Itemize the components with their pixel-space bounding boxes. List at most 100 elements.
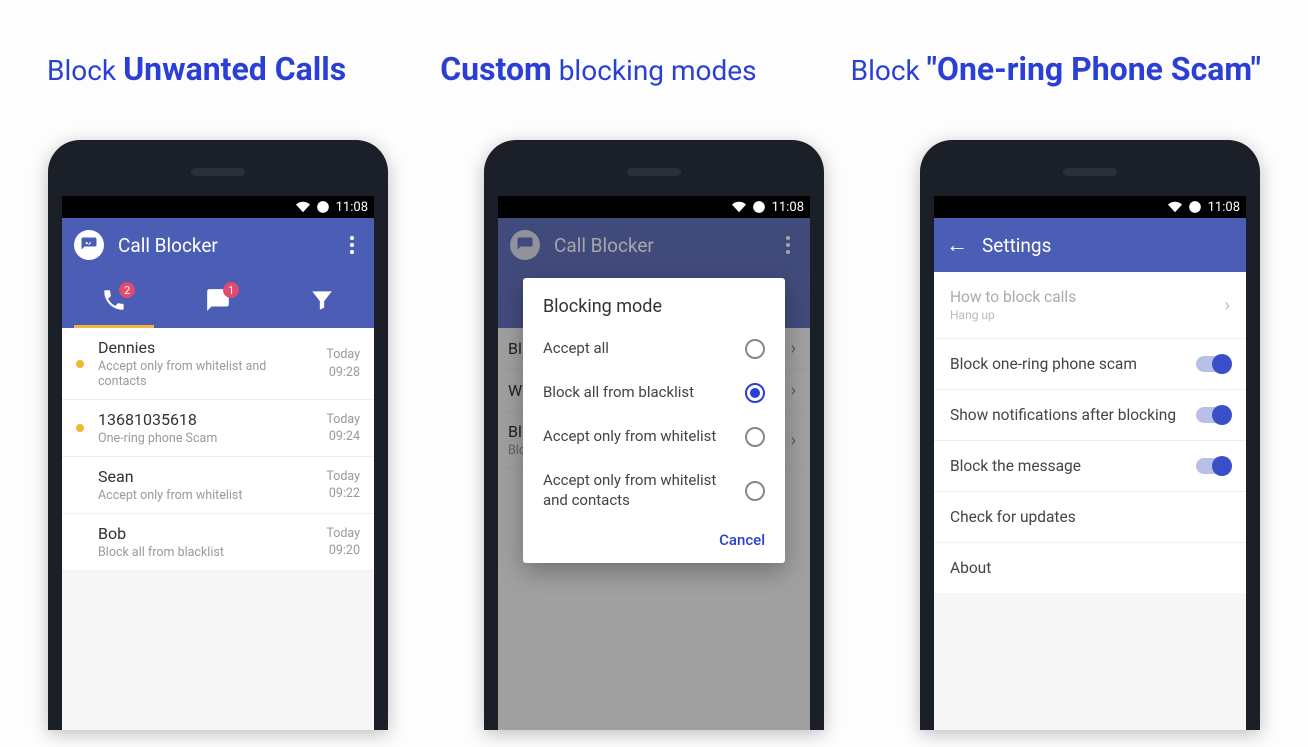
dialog-title: Blocking mode xyxy=(523,296,785,327)
status-time: 11:08 xyxy=(336,200,368,215)
unread-dot-icon xyxy=(76,424,84,432)
phone-1: 11:08 Call Blocker 2 1 xyxy=(48,140,388,730)
phone-speaker xyxy=(191,168,245,176)
unread-dot-placeholder xyxy=(76,538,84,546)
option-label: Block all from blacklist xyxy=(543,383,745,403)
settings-item-how-to-block[interactable]: How to block calls Hang up › xyxy=(934,272,1246,339)
caption-3: Block "One-ring Phone Scam" xyxy=(851,50,1261,88)
phone-speaker xyxy=(627,168,681,176)
modal-scrim[interactable]: Blocking mode Accept all Block all from … xyxy=(498,218,810,730)
list-item-main: Bob Block all from blacklist xyxy=(98,524,316,560)
tab-calls[interactable]: 2 xyxy=(62,272,166,328)
wifi-icon xyxy=(1168,200,1182,214)
status-bar: 11:08 xyxy=(934,196,1246,218)
tab-bar: 2 1 xyxy=(62,272,374,328)
sync-icon xyxy=(752,200,766,214)
list-item-main: Dennies Accept only from whitelist and c… xyxy=(98,338,316,389)
filter-icon xyxy=(309,287,335,313)
tab-filter[interactable] xyxy=(270,272,374,328)
chevron-right-icon: › xyxy=(1225,295,1230,316)
radio-icon xyxy=(745,481,765,501)
list-item-title: Bob xyxy=(98,524,316,543)
dialog-option[interactable]: Accept all xyxy=(523,327,785,371)
list-item-time: Today 09:28 xyxy=(326,346,360,381)
app-logo-icon xyxy=(74,230,104,260)
sync-icon xyxy=(1188,200,1202,214)
caption-2-bold: Custom xyxy=(440,50,552,88)
list-item-title: Sean xyxy=(98,467,316,486)
messages-badge: 1 xyxy=(223,282,239,298)
list-item-title: 13681035618 xyxy=(98,410,316,429)
dialog-actions: Cancel xyxy=(523,522,785,555)
status-time: 11:08 xyxy=(772,200,804,215)
caption-1-bold: Unwanted Calls xyxy=(123,50,346,88)
blocked-calls-list: Dennies Accept only from whitelist and c… xyxy=(62,328,374,571)
list-item-main: Sean Accept only from whitelist xyxy=(98,467,316,503)
wifi-icon xyxy=(732,200,746,214)
list-item[interactable]: 13681035618 One-ring phone Scam Today 09… xyxy=(62,400,374,457)
settings-item-title: About xyxy=(950,559,1230,577)
list-item[interactable]: Bob Block all from blacklist Today 09:20 xyxy=(62,514,374,571)
phone-1-screen: 11:08 Call Blocker 2 1 xyxy=(62,196,374,730)
status-bar: 11:08 xyxy=(498,196,810,218)
list-item-sub: Accept only from whitelist xyxy=(98,488,316,503)
list-item[interactable]: Sean Accept only from whitelist Today 09… xyxy=(62,457,374,514)
unread-dot-icon xyxy=(76,360,84,368)
phones-row: 11:08 Call Blocker 2 1 xyxy=(0,140,1308,730)
phone-3-screen: 11:08 ← Settings How to block calls Hang… xyxy=(934,196,1246,730)
list-item-title: Dennies xyxy=(98,338,316,357)
settings-item-title: Check for updates xyxy=(950,508,1230,526)
caption-2-thin: blocking modes xyxy=(559,54,757,87)
list-item-main: 13681035618 One-ring phone Scam xyxy=(98,410,316,446)
phone-2: 11:08 Call Blocker Bl › Wl › xyxy=(484,140,824,730)
caption-3-bold: "One-ring Phone Scam" xyxy=(927,50,1261,88)
toggle-switch[interactable] xyxy=(1196,356,1230,372)
list-item-time: Today 09:24 xyxy=(326,411,360,446)
dialog-option[interactable]: Block all from blacklist xyxy=(523,371,785,415)
toggle-switch[interactable] xyxy=(1196,458,1230,474)
app-bar: Call Blocker xyxy=(62,218,374,272)
settings-item-title: Block one-ring phone scam xyxy=(950,355,1186,373)
option-label: Accept only from whitelist xyxy=(543,427,745,447)
status-time: 11:08 xyxy=(1208,200,1240,215)
radio-icon xyxy=(745,339,765,359)
app-title: Call Blocker xyxy=(118,234,328,257)
caption-1-thin: Block xyxy=(47,54,116,87)
list-item-time: Today 09:20 xyxy=(326,525,360,560)
app-title: Settings xyxy=(982,234,1234,257)
overflow-menu-icon[interactable] xyxy=(342,233,362,257)
settings-item-notifications[interactable]: Show notifications after blocking xyxy=(934,390,1246,441)
list-item-sub: One-ring phone Scam xyxy=(98,431,316,446)
dialog-option[interactable]: Accept only from whitelist xyxy=(523,415,785,459)
radio-selected-icon xyxy=(745,383,765,403)
list-item-sub: Accept only from whitelist and contacts xyxy=(98,359,316,389)
status-bar: 11:08 xyxy=(62,196,374,218)
option-label: Accept only from whitelist and contacts xyxy=(543,471,745,510)
blocking-mode-dialog: Blocking mode Accept all Block all from … xyxy=(523,278,785,563)
settings-item-title: How to block calls xyxy=(950,288,1215,306)
caption-2: Custom blocking modes xyxy=(440,50,756,88)
settings-item-about[interactable]: About xyxy=(934,543,1246,593)
wifi-icon xyxy=(296,200,310,214)
option-label: Accept all xyxy=(543,339,745,359)
toggle-switch[interactable] xyxy=(1196,407,1230,423)
settings-item-title: Block the message xyxy=(950,457,1186,475)
settings-item-block-message[interactable]: Block the message xyxy=(934,441,1246,492)
settings-list: How to block calls Hang up › Block one-r… xyxy=(934,272,1246,593)
dialog-option[interactable]: Accept only from whitelist and contacts xyxy=(523,459,785,522)
settings-item-updates[interactable]: Check for updates xyxy=(934,492,1246,543)
sync-icon xyxy=(316,200,330,214)
list-item[interactable]: Dennies Accept only from whitelist and c… xyxy=(62,328,374,400)
phone-3: 11:08 ← Settings How to block calls Hang… xyxy=(920,140,1260,730)
unread-dot-placeholder xyxy=(76,481,84,489)
phone-2-screen: 11:08 Call Blocker Bl › Wl › xyxy=(498,196,810,730)
calls-badge: 2 xyxy=(119,282,135,298)
cancel-button[interactable]: Cancel xyxy=(719,531,765,549)
back-arrow-icon[interactable]: ← xyxy=(946,232,968,258)
settings-item-one-ring[interactable]: Block one-ring phone scam xyxy=(934,339,1246,390)
settings-item-title: Show notifications after blocking xyxy=(950,406,1186,424)
phone-speaker xyxy=(1063,168,1117,176)
tab-messages[interactable]: 1 xyxy=(166,272,270,328)
app-bar: ← Settings xyxy=(934,218,1246,272)
list-item-time: Today 09:22 xyxy=(326,468,360,503)
